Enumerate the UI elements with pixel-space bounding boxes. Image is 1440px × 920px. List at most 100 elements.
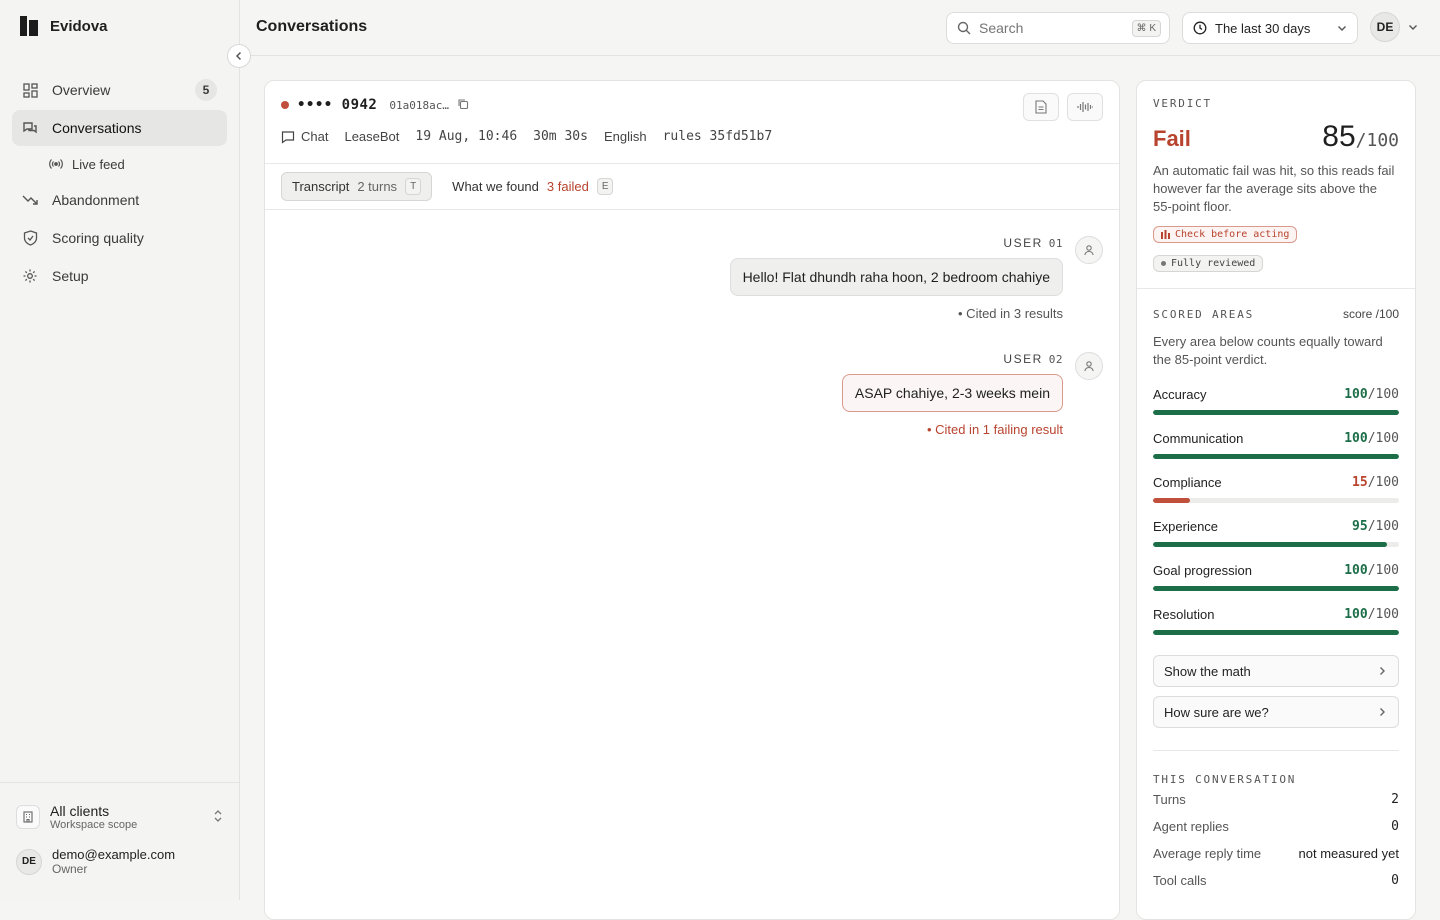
score-bar — [1153, 586, 1399, 591]
score-area: Compliance 15/100 — [1153, 475, 1399, 503]
score-area: Communication 100/100 — [1153, 431, 1399, 459]
audio-waveform-button[interactable] — [1067, 93, 1103, 121]
channel-label: Chat — [301, 129, 329, 144]
bot-name: LeaseBot — [344, 129, 400, 144]
score-area-value: 95/100 — [1352, 519, 1399, 534]
message-bubble[interactable]: ASAP chahiye, 2-3 weeks mein — [841, 374, 1063, 412]
document-icon — [1035, 100, 1047, 114]
search-input[interactable] — [979, 20, 1124, 36]
tab-shortcut: E — [596, 178, 614, 195]
logo-icon — [20, 16, 38, 36]
score-area-value: 100/100 — [1344, 563, 1399, 578]
message-bubble[interactable]: Hello! Flat dhundh raha hoon, 2 bedroom … — [729, 258, 1063, 296]
message-header: USER 01 — [403, 236, 1063, 250]
tab-shortcut: T — [405, 178, 422, 195]
score-bar-fill — [1153, 586, 1399, 591]
citation-link[interactable]: • Cited in 3 results — [403, 306, 1063, 321]
user-icon — [1075, 236, 1103, 264]
conversation-tabs: Transcript 2 turns T What we found 3 fai… — [265, 164, 1119, 210]
score-bar-fill — [1153, 542, 1387, 547]
score-area-name: Resolution — [1153, 607, 1215, 622]
message: USER 02 ASAP chahiye, 2-3 weeks mein • C… — [403, 352, 1103, 437]
scored-areas-unit: score /100 — [1342, 307, 1399, 321]
app-name: Evidova — [50, 17, 108, 35]
workspace-scope-switcher[interactable]: All clients Workspace scope — [16, 803, 223, 831]
score-area-name: Goal progression — [1153, 563, 1252, 578]
tab-label: What we found — [452, 179, 539, 194]
chevron-right-icon — [1380, 667, 1385, 675]
sidebar-item-conversations[interactable]: Conversations — [12, 110, 227, 146]
rules-version: rules 35fd51b7 — [662, 129, 773, 144]
transcript: USER 01 Hello! Flat dhundh raha hoon, 2 … — [265, 210, 1119, 910]
chat-bubbles-icon — [22, 120, 38, 136]
verdict-score-denominator: /100 — [1355, 130, 1399, 151]
conversation-panel: •••• 0942 01a018ac… Chat LeaseBot 19 Aug… — [264, 80, 1120, 920]
verdict-score: 85/100 — [1322, 120, 1399, 153]
sidebar-item-abandonment[interactable]: Abandonment — [12, 182, 227, 218]
score-area-name: Communication — [1153, 431, 1244, 446]
verdict-description: An automatic fail was hit, so this reads… — [1153, 163, 1395, 214]
chevron-left-icon — [235, 51, 242, 61]
verdict-summary: VERDICT Fail 85/100 An automatic fail wa… — [1137, 81, 1415, 288]
score-area-value: 15/100 — [1352, 475, 1399, 490]
stats-label: THIS CONVERSATION — [1153, 773, 1297, 786]
trending-down-icon — [22, 192, 38, 208]
score-bar-fill — [1153, 410, 1399, 415]
gear-icon — [22, 268, 38, 284]
shield-check-icon — [22, 230, 38, 246]
badge-label: Fully reviewed — [1171, 258, 1256, 269]
user-account[interactable]: DE demo@example.com Owner — [16, 847, 223, 876]
sidebar: Evidova Overview 5 Conversations Live fe… — [0, 0, 240, 900]
copy-icon[interactable] — [457, 97, 469, 113]
tab-findings[interactable]: What we found 3 failed E — [442, 172, 623, 201]
conversation-id: •••• 0942 — [297, 97, 378, 113]
score-bar — [1153, 410, 1399, 415]
score-bar-fill — [1153, 498, 1190, 503]
stat-row: Turns 2 — [1153, 792, 1399, 807]
scored-areas-description: Every area below counts equally toward t… — [1153, 334, 1383, 367]
score-area: Experience 95/100 — [1153, 519, 1399, 547]
search-box[interactable]: ⌘ K — [946, 12, 1170, 44]
chevron-right-icon — [1380, 708, 1385, 716]
review-status-badge: Fully reviewed — [1153, 255, 1264, 272]
scored-areas: SCORED AREAS score /100 Every area below… — [1137, 289, 1415, 906]
score-bar — [1153, 498, 1399, 503]
score-bar — [1153, 454, 1399, 459]
sidebar-item-setup[interactable]: Setup — [12, 258, 227, 294]
clock-icon — [1193, 21, 1207, 35]
avatar: DE — [1370, 12, 1400, 42]
date-range-label: The last 30 days — [1215, 20, 1311, 36]
score-area-name: Experience — [1153, 519, 1219, 534]
verdict-panel: VERDICT Fail 85/100 An automatic fail wa… — [1136, 80, 1416, 920]
sidebar-item-scoring-quality[interactable]: Scoring quality — [12, 220, 227, 256]
button-label: Show the math — [1164, 663, 1251, 679]
search-shortcut: ⌘ K — [1131, 19, 1161, 37]
chat-icon — [281, 130, 295, 144]
confidence-button[interactable]: How sure are we? — [1153, 696, 1399, 728]
brand[interactable]: Evidova — [20, 16, 108, 36]
citation-link[interactable]: • Cited in 1 failing result — [403, 422, 1063, 437]
message-role: USER — [1003, 236, 1043, 250]
sidebar-item-live-feed[interactable]: Live feed — [12, 148, 227, 180]
channel: Chat — [281, 129, 328, 144]
conversation-language: English — [603, 129, 647, 144]
account-menu[interactable]: DE — [1370, 12, 1418, 42]
collapse-sidebar-button[interactable] — [227, 44, 251, 68]
conversation-datetime: 19 Aug, 10:46 — [415, 129, 518, 144]
sidebar-item-label: Abandonment — [52, 192, 140, 208]
verdict-result: Fail — [1153, 126, 1191, 151]
sidebar-footer: All clients Workspace scope DE demo@exam… — [0, 782, 239, 876]
message-number: 01 — [1048, 236, 1063, 250]
sidebar-item-label: Conversations — [52, 120, 142, 136]
tab-count: 3 failed — [546, 179, 589, 194]
export-document-button[interactable] — [1023, 93, 1059, 121]
sidebar-item-overview[interactable]: Overview 5 — [12, 72, 227, 108]
date-range-select[interactable]: The last 30 days — [1182, 12, 1358, 44]
chevron-down-icon — [1409, 25, 1417, 30]
sidebar-item-label: Live feed — [72, 156, 125, 172]
tab-transcript[interactable]: Transcript 2 turns T — [281, 172, 433, 201]
show-math-button[interactable]: Show the math — [1153, 655, 1399, 687]
button-label: How sure are we? — [1164, 704, 1269, 720]
overview-count-badge: 5 — [195, 79, 217, 101]
score-bar-fill — [1153, 454, 1399, 459]
